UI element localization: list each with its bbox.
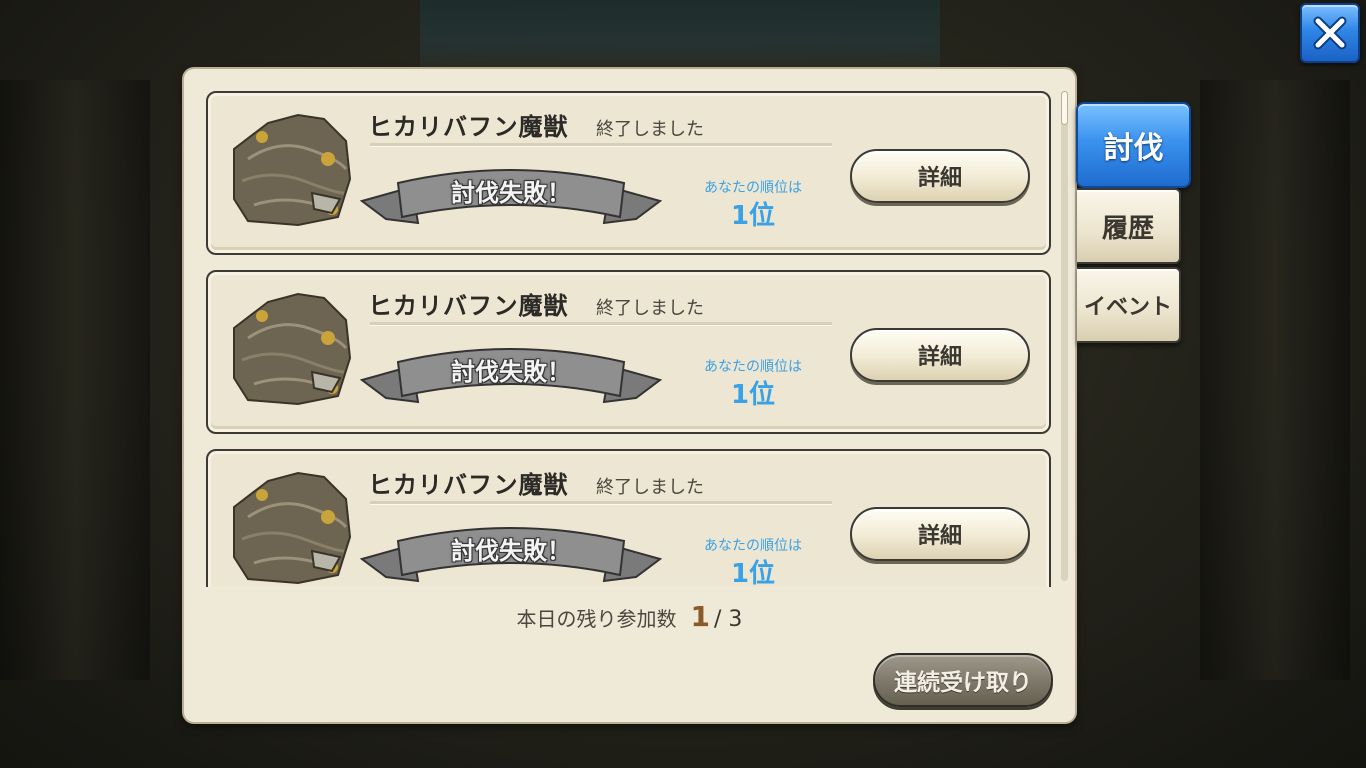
detail-button[interactable]: 詳細: [850, 328, 1030, 382]
detail-button[interactable]: 詳細: [850, 507, 1030, 561]
rank-value: 1位: [730, 559, 776, 587]
result-text: 討伐失敗！: [451, 537, 571, 565]
raid-entry-card: ヒカリバフン魔獣 終了しました 討伐失敗！ あなたの順位は 1位 詳細: [206, 91, 1051, 255]
detail-button[interactable]: 詳細: [850, 149, 1030, 203]
raid-entry-card: ヒカリバフン魔獣 終了しました 討伐失敗！ あなたの順位は 1位 詳細: [206, 449, 1051, 587]
boss-beast-icon: [233, 113, 352, 227]
rank-value: 1位: [730, 380, 776, 410]
rank-label: あなたの順位は: [704, 538, 802, 554]
rank-label: あなたの順位は: [704, 180, 802, 196]
boss-name: ヒカリバフン魔獣: [368, 292, 569, 320]
background-pillar-left: [0, 80, 150, 680]
close-icon: [1313, 16, 1347, 50]
background-pillar-right: [1200, 80, 1350, 680]
raid-list-panel: ヒカリバフン魔獣 終了しました 討伐失敗！ あなたの順位は 1位 詳細 ヒカリバ…: [184, 69, 1075, 722]
remaining-label: 本日の残り参加数: [516, 607, 677, 631]
status-text: 終了しました: [596, 477, 704, 498]
remaining-current: 1: [690, 600, 711, 633]
tab-event[interactable]: イベント: [1077, 267, 1181, 343]
divider: [370, 143, 832, 147]
boss-name: ヒカリバフン魔獣: [368, 113, 569, 141]
list-scrollbar[interactable]: [1061, 91, 1068, 581]
result-text: 討伐失敗！: [451, 358, 571, 386]
background-arch: [420, 0, 940, 70]
tab-raid[interactable]: 討伐: [1076, 102, 1191, 188]
result-text: 討伐失敗！: [451, 179, 571, 207]
close-button[interactable]: [1300, 3, 1360, 63]
raid-entry-list[interactable]: ヒカリバフン魔獣 終了しました 討伐失敗！ あなたの順位は 1位 詳細 ヒカリバ…: [204, 89, 1056, 587]
scrollbar-thumb[interactable]: [1061, 91, 1068, 125]
boss-name: ヒカリバフン魔獣: [368, 471, 569, 499]
boss-beast-icon: [233, 471, 352, 585]
divider: [370, 501, 832, 505]
status-text: 終了しました: [596, 298, 704, 319]
raid-entry-card: ヒカリバフン魔獣 終了しました 討伐失敗！ あなたの順位は 1位 詳細: [206, 270, 1051, 434]
bulk-collect-button[interactable]: 連続受け取り: [873, 653, 1053, 707]
rank-value: 1位: [730, 201, 776, 231]
remaining-attempts: 本日の残り参加数 1/ 3: [184, 600, 1075, 633]
status-text: 終了しました: [596, 119, 704, 140]
divider: [370, 322, 832, 326]
boss-beast-icon: [233, 292, 352, 406]
tab-history[interactable]: 履歴: [1077, 188, 1181, 264]
remaining-total: / 3: [714, 607, 743, 632]
rank-label: あなたの順位は: [704, 359, 802, 375]
